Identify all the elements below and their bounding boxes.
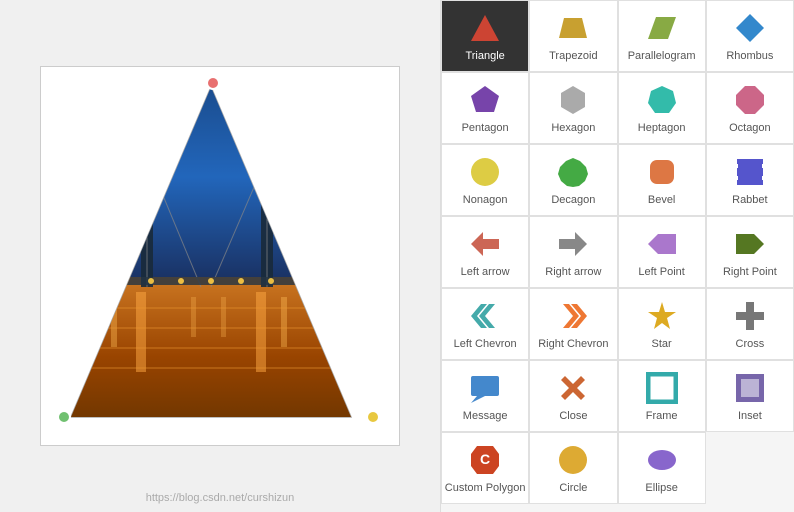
inset-label: Inset bbox=[738, 410, 762, 422]
shape-item-nonagon[interactable]: Nonagon bbox=[441, 144, 529, 216]
triangle-icon bbox=[467, 10, 503, 46]
parallelogram-icon bbox=[644, 10, 680, 46]
star-icon bbox=[644, 298, 680, 334]
parallelogram-label: Parallelogram bbox=[628, 50, 696, 62]
triangle-label: Triangle bbox=[465, 50, 504, 62]
right-arrow-icon bbox=[555, 226, 591, 262]
hexagon-icon bbox=[555, 82, 591, 118]
shape-item-trapezoid[interactable]: Trapezoid bbox=[529, 0, 617, 72]
shape-item-heptagon[interactable]: Heptagon bbox=[618, 72, 706, 144]
cross-label: Cross bbox=[736, 338, 765, 350]
close-icon bbox=[555, 370, 591, 406]
handle-bottom-right[interactable] bbox=[366, 410, 380, 424]
handle-top[interactable] bbox=[206, 76, 220, 90]
watermark: https://blog.csdn.net/curshizun bbox=[146, 492, 295, 504]
rabbet-label: Rabbet bbox=[732, 194, 767, 206]
heptagon-label: Heptagon bbox=[638, 122, 686, 134]
shape-item-decagon[interactable]: Decagon bbox=[529, 144, 617, 216]
shape-item-message[interactable]: Message bbox=[441, 360, 529, 432]
bevel-icon bbox=[644, 154, 680, 190]
shape-item-custom-polygon[interactable]: C Custom Polygon bbox=[441, 432, 529, 504]
decagon-icon bbox=[555, 154, 591, 190]
frame-label: Frame bbox=[646, 410, 678, 422]
shape-item-right-arrow[interactable]: Right arrow bbox=[529, 216, 617, 288]
shape-panel: Triangle Trapezoid Parallelogram Rhombus Pen… bbox=[440, 0, 794, 512]
shape-item-star[interactable]: Star bbox=[618, 288, 706, 360]
trapezoid-label: Trapezoid bbox=[549, 50, 598, 62]
nonagon-label: Nonagon bbox=[463, 194, 508, 206]
frame-icon bbox=[644, 370, 680, 406]
rhombus-label: Rhombus bbox=[726, 50, 773, 62]
custom-polygon-icon: C bbox=[467, 442, 503, 478]
octagon-icon bbox=[732, 82, 768, 118]
ellipse-icon bbox=[644, 442, 680, 478]
left-point-icon bbox=[644, 226, 680, 262]
nonagon-icon bbox=[467, 154, 503, 190]
ellipse-label: Ellipse bbox=[645, 482, 677, 494]
shape-item-parallelogram[interactable]: Parallelogram bbox=[618, 0, 706, 72]
star-label: Star bbox=[652, 338, 672, 350]
shape-item-rabbet[interactable]: Rabbet bbox=[706, 144, 794, 216]
message-label: Message bbox=[463, 410, 508, 422]
shape-item-circle[interactable]: Circle bbox=[529, 432, 617, 504]
custom-polygon-label: Custom Polygon bbox=[445, 482, 526, 494]
shape-item-triangle[interactable]: Triangle bbox=[441, 0, 529, 72]
shape-item-left-chevron[interactable]: Left Chevron bbox=[441, 288, 529, 360]
left-point-label: Left Point bbox=[638, 266, 684, 278]
close-label: Close bbox=[559, 410, 587, 422]
circle-icon bbox=[555, 442, 591, 478]
left-arrow-label: Left arrow bbox=[461, 266, 510, 278]
left-chevron-icon bbox=[467, 298, 503, 334]
shape-item-cross[interactable]: Cross bbox=[706, 288, 794, 360]
pentagon-label: Pentagon bbox=[462, 122, 509, 134]
shape-item-ellipse[interactable]: Ellipse bbox=[618, 432, 706, 504]
rabbet-icon bbox=[732, 154, 768, 190]
heptagon-icon bbox=[644, 82, 680, 118]
shape-item-bevel[interactable]: Bevel bbox=[618, 144, 706, 216]
shape-item-right-point[interactable]: Right Point bbox=[706, 216, 794, 288]
right-arrow-label: Right arrow bbox=[545, 266, 601, 278]
shape-item-left-arrow[interactable]: Left arrow bbox=[441, 216, 529, 288]
left-arrow-icon bbox=[467, 226, 503, 262]
shape-item-octagon[interactable]: Octagon bbox=[706, 72, 794, 144]
right-point-label: Right Point bbox=[723, 266, 777, 278]
inset-icon bbox=[732, 370, 768, 406]
right-chevron-label: Right Chevron bbox=[538, 338, 608, 350]
right-chevron-icon bbox=[555, 298, 591, 334]
shape-item-pentagon[interactable]: Pentagon bbox=[441, 72, 529, 144]
message-icon bbox=[467, 370, 503, 406]
shape-item-frame[interactable]: Frame bbox=[618, 360, 706, 432]
shape-item-left-point[interactable]: Left Point bbox=[618, 216, 706, 288]
cross-icon bbox=[732, 298, 768, 334]
pentagon-icon bbox=[467, 82, 503, 118]
bevel-label: Bevel bbox=[648, 194, 676, 206]
handle-bottom-left[interactable] bbox=[57, 410, 71, 424]
hexagon-label: Hexagon bbox=[551, 122, 595, 134]
shape-item-close[interactable]: Close bbox=[529, 360, 617, 432]
circle-label: Circle bbox=[559, 482, 587, 494]
rhombus-icon bbox=[732, 10, 768, 46]
shape-item-right-chevron[interactable]: Right Chevron bbox=[529, 288, 617, 360]
svg-text:C: C bbox=[480, 451, 490, 467]
shape-item-rhombus[interactable]: Rhombus bbox=[706, 0, 794, 72]
canvas-area: https://blog.csdn.net/curshizun bbox=[0, 0, 440, 512]
shape-canvas bbox=[40, 66, 400, 446]
shape-item-hexagon[interactable]: Hexagon bbox=[529, 72, 617, 144]
right-point-icon bbox=[732, 226, 768, 262]
decagon-label: Decagon bbox=[551, 194, 595, 206]
shape-item-inset[interactable]: Inset bbox=[706, 360, 794, 432]
left-chevron-label: Left Chevron bbox=[454, 338, 517, 350]
trapezoid-icon bbox=[555, 10, 591, 46]
octagon-label: Octagon bbox=[729, 122, 771, 134]
triangle-shape-svg bbox=[51, 77, 371, 437]
